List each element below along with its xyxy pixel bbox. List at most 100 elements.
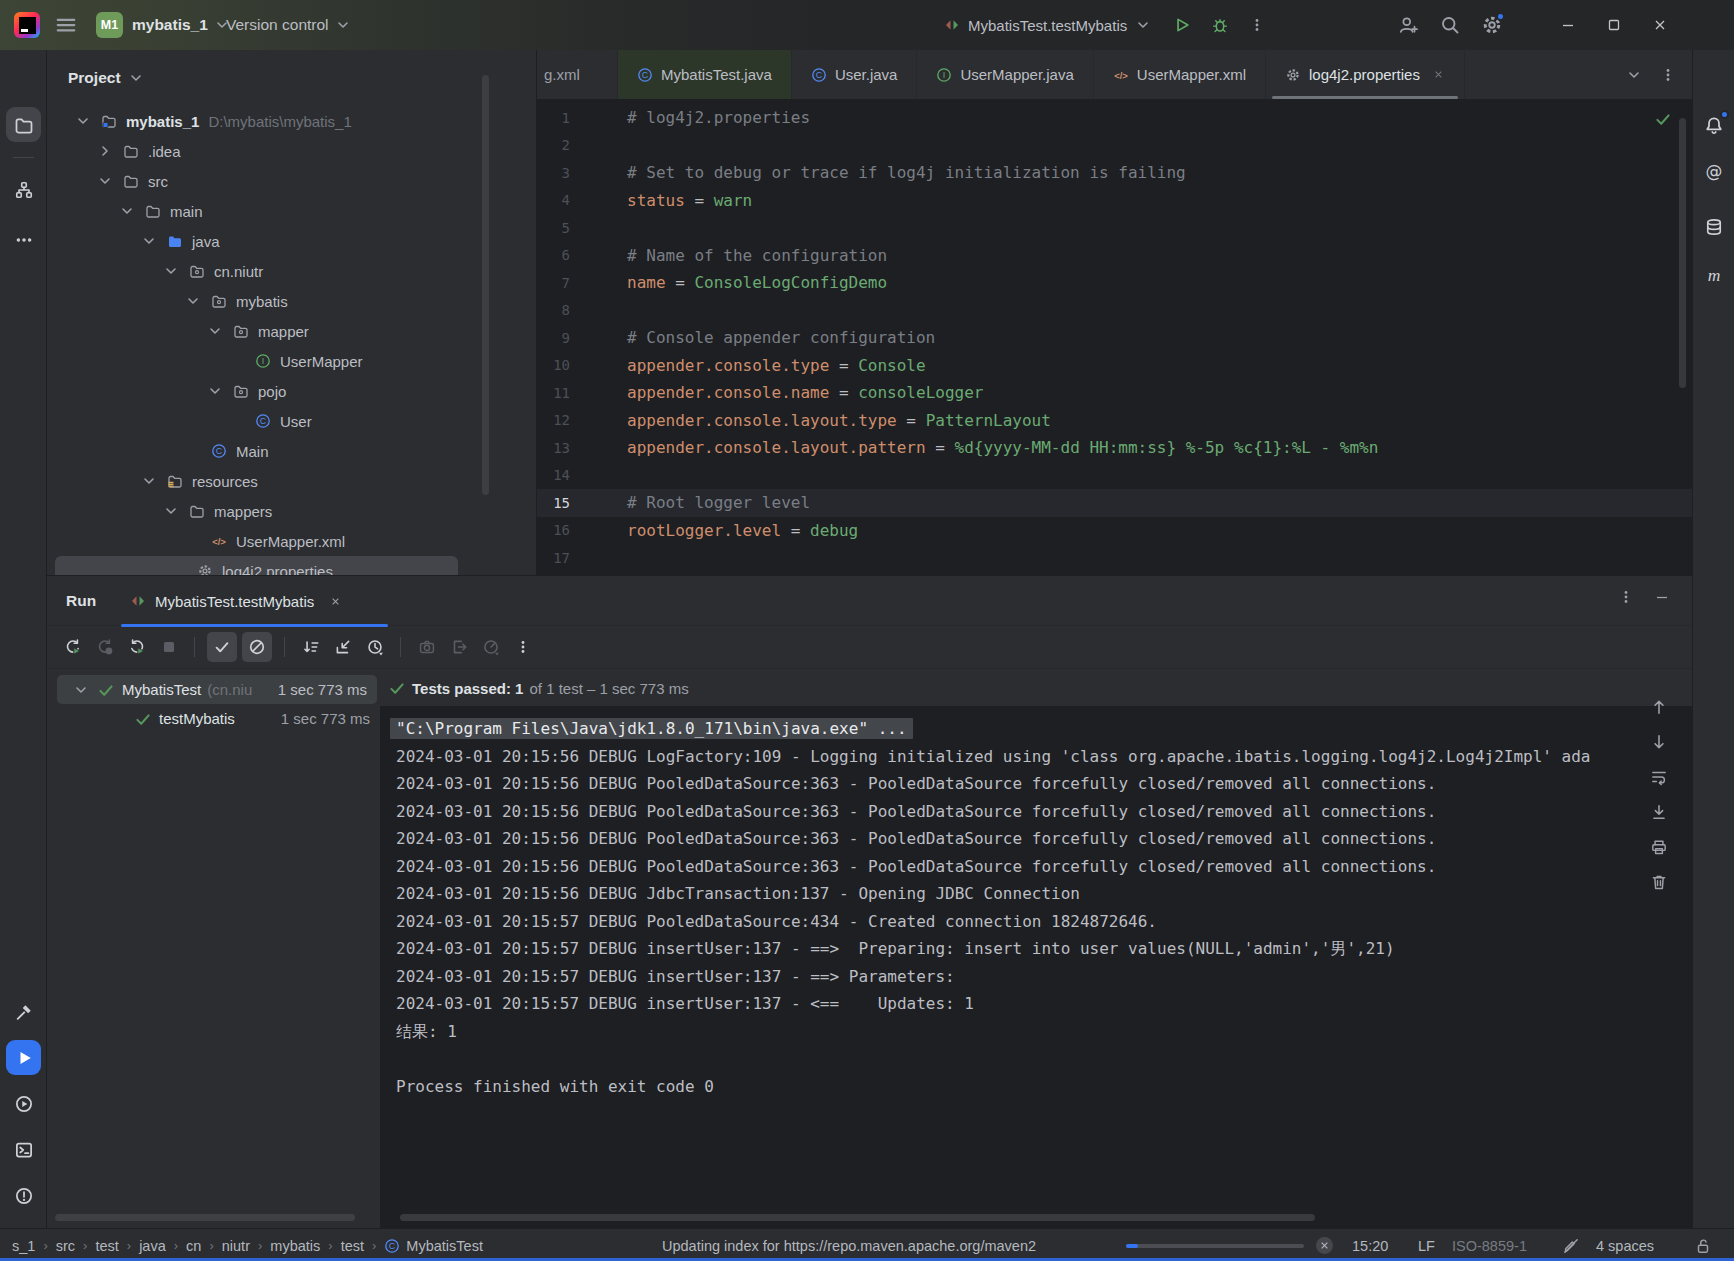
chevron-down-icon[interactable]: [75, 113, 91, 129]
code-line-2[interactable]: 2: [537, 132, 1692, 160]
import-test-results-button[interactable]: [329, 634, 356, 661]
tab-g-xml[interactable]: g.xml: [537, 50, 618, 99]
tool-button-database[interactable]: [1697, 210, 1731, 244]
tree-item-usermapper[interactable]: IUserMapper: [47, 346, 536, 376]
editor-scrollbar[interactable]: [1679, 118, 1686, 388]
test-history-button[interactable]: [361, 634, 388, 661]
more-actions-icon[interactable]: [1249, 17, 1265, 33]
screenshot-button[interactable]: [413, 634, 440, 661]
code-line-10[interactable]: 10appender.console.type = Console: [537, 352, 1692, 380]
breadcrumb-item[interactable]: s_1: [12, 1238, 35, 1254]
breadcrumb-item[interactable]: mybatis: [270, 1238, 320, 1254]
coverage-button[interactable]: [477, 634, 504, 661]
cancel-progress-button[interactable]: [1316, 1237, 1333, 1254]
print-button[interactable]: [1646, 834, 1672, 860]
chevron-down-icon[interactable]: [141, 473, 157, 489]
tree-item--idea[interactable]: .idea: [47, 136, 536, 166]
code-line-7[interactable]: 7name = ConsoleLogConfigDemo: [537, 269, 1692, 297]
tool-button-notifications[interactable]: [1697, 108, 1731, 142]
tool-button-build[interactable]: [6, 994, 41, 1029]
breadcrumb-item[interactable]: test: [341, 1238, 364, 1254]
tree-item-main[interactable]: CMain: [47, 436, 536, 466]
close-button[interactable]: [1652, 17, 1668, 33]
tool-button-maven[interactable]: m: [1697, 258, 1731, 292]
tree-item-src[interactable]: src: [47, 166, 536, 196]
sort-by-duration-button[interactable]: [297, 634, 324, 661]
scroll-down-button[interactable]: [1646, 729, 1672, 755]
tool-button-structure[interactable]: [6, 172, 41, 207]
chevron-down-icon[interactable]: [163, 503, 179, 519]
code-line-8[interactable]: 8: [537, 297, 1692, 325]
chevron-down-icon[interactable]: [97, 173, 113, 189]
tool-button-ai-assistant[interactable]: @: [1697, 155, 1731, 189]
close-icon[interactable]: [329, 595, 342, 608]
tool-button-more[interactable]: [6, 222, 41, 257]
more-actions-icon[interactable]: [1618, 589, 1634, 605]
search-button[interactable]: [1440, 15, 1460, 35]
project-panel-header[interactable]: Project: [47, 50, 536, 106]
chevron-down-icon[interactable]: [141, 233, 157, 249]
tab-mybatistest-java[interactable]: CMybatisTest.java: [618, 50, 792, 99]
console-output[interactable]: "C:\Program Files\Java\jdk1.8.0_171\bin\…: [380, 706, 1692, 1100]
breadcrumb-item[interactable]: test: [95, 1238, 118, 1254]
chevron-down-icon[interactable]: [163, 263, 179, 279]
maximize-button[interactable]: [1606, 17, 1622, 33]
console-hscrollbar[interactable]: [400, 1214, 1315, 1221]
tool-button-run[interactable]: [6, 1040, 41, 1075]
code-line-17[interactable]: 17: [537, 544, 1692, 572]
tree-item-mappers[interactable]: mappers: [47, 496, 536, 526]
test-tree-hscrollbar[interactable]: [55, 1214, 355, 1221]
tab-usermapper-java[interactable]: IUserMapper.java: [917, 50, 1093, 99]
code-line-14[interactable]: 14: [537, 462, 1692, 490]
debug-button[interactable]: [1211, 16, 1229, 34]
breadcrumb-class[interactable]: CMybatisTest: [384, 1238, 483, 1254]
version-control-widget[interactable]: Version control: [226, 0, 351, 50]
show-ignored-button[interactable]: [242, 632, 272, 662]
project-badge[interactable]: M1: [96, 12, 123, 38]
tool-button-problems[interactable]: [6, 1178, 41, 1213]
indent-widget[interactable]: 4 spaces: [1596, 1229, 1654, 1261]
scroll-to-end-button[interactable]: [1646, 799, 1672, 825]
stop-button[interactable]: [155, 634, 182, 661]
code-line-11[interactable]: 11appender.console.name = consoleLogger: [537, 379, 1692, 407]
tab-usermapper-xml[interactable]: </>UserMapper.xml: [1094, 50, 1266, 99]
auto-rerun-button[interactable]: [123, 634, 150, 661]
more-vertical-button[interactable]: [509, 634, 536, 661]
test-row-mybatistest[interactable]: MybatisTest(cn.niu1 sec 773 ms: [57, 675, 377, 704]
code-line-15[interactable]: 15# Root logger level: [537, 489, 1692, 517]
close-icon[interactable]: [1432, 68, 1445, 81]
code-line-9[interactable]: 9# Console appender configuration: [537, 324, 1692, 352]
chevron-down-icon[interactable]: [1626, 67, 1642, 83]
chevron-down-icon[interactable]: [207, 323, 223, 339]
code-line-3[interactable]: 3# Set to debug or trace if log4j initia…: [537, 159, 1692, 187]
code-line-4[interactable]: 4status = warn: [537, 187, 1692, 215]
tree-item-mybatis-1[interactable]: mybatis_1D:\mybatis\mybatis_1: [47, 106, 536, 136]
breadcrumb-item[interactable]: java: [139, 1238, 166, 1254]
run-button[interactable]: [1173, 16, 1191, 34]
chevron-down-icon[interactable]: [207, 383, 223, 399]
tool-button-project-tool[interactable]: [6, 107, 41, 142]
clock-widget[interactable]: 15:20: [1352, 1229, 1388, 1261]
code-line-1[interactable]: 1# log4j2.properties: [537, 104, 1692, 132]
tree-item-user[interactable]: CUser: [47, 406, 536, 436]
scroll-up-button[interactable]: [1646, 694, 1672, 720]
tree-item-java[interactable]: java: [47, 226, 536, 256]
soft-wrap-button[interactable]: [1646, 764, 1672, 790]
tree-item-cn-niutr[interactable]: cn.niutr: [47, 256, 536, 286]
test-row-testmybatis[interactable]: testMybatis1 sec 773 ms: [47, 704, 380, 733]
encoding-widget[interactable]: ISO-8859-1: [1452, 1229, 1527, 1261]
more-vertical-icon[interactable]: [1660, 67, 1676, 83]
tree-item-resources[interactable]: resources: [47, 466, 536, 496]
run-tab[interactable]: MybatisTest.testMybatis: [121, 576, 388, 626]
add-user-button[interactable]: [1398, 15, 1418, 35]
tab-user-java[interactable]: CUser.java: [792, 50, 918, 99]
inspections-ok-icon[interactable]: [1654, 110, 1672, 128]
chevron-down-icon[interactable]: [119, 203, 135, 219]
breadcrumb-item[interactable]: cn: [186, 1238, 201, 1254]
tree-item-pojo[interactable]: pojo: [47, 376, 536, 406]
run-configuration-name[interactable]: MybatisTest.testMybatis: [968, 17, 1127, 34]
clear-button[interactable]: [1646, 869, 1672, 895]
highlighting-level-icon[interactable]: [1562, 1229, 1580, 1261]
minimize-button[interactable]: [1560, 17, 1576, 33]
rerun-failed-button[interactable]: [91, 634, 118, 661]
